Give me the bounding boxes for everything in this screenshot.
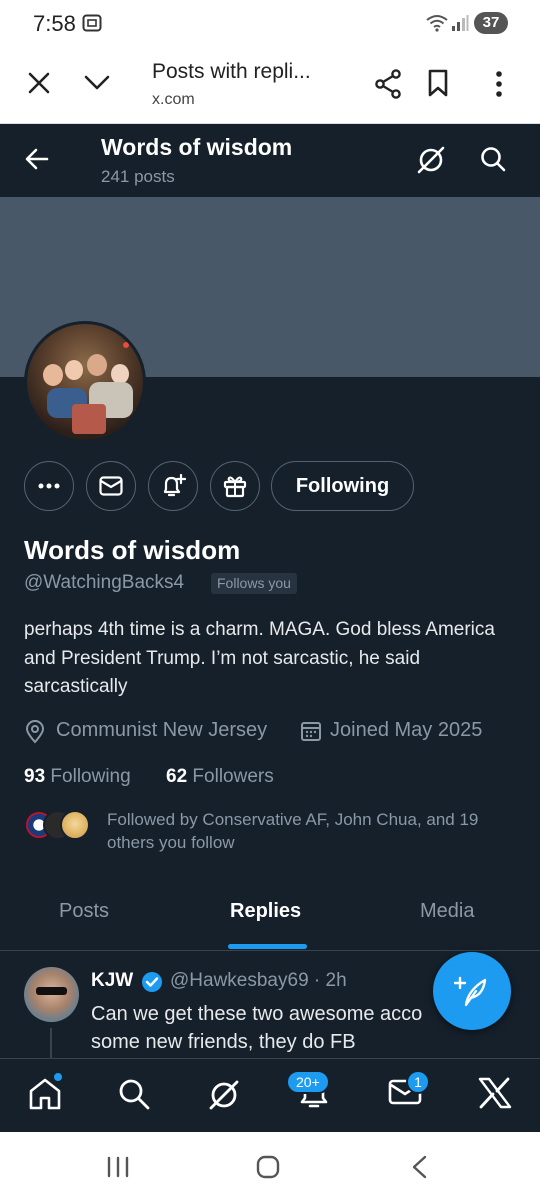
feather-plus-icon bbox=[454, 976, 487, 1007]
tweet-author-name[interactable]: KJW bbox=[91, 970, 133, 992]
signal-icon bbox=[452, 15, 469, 31]
x-logo-icon[interactable] bbox=[478, 1077, 512, 1109]
compose-post-button[interactable] bbox=[433, 952, 511, 1030]
tweet-handle-time: @Hawkesbay69 · 2h bbox=[170, 970, 347, 991]
search-nav-icon[interactable] bbox=[117, 1077, 151, 1111]
grok-icon[interactable] bbox=[416, 145, 446, 175]
status-bar: 7:58 37 bbox=[0, 0, 540, 44]
close-icon[interactable] bbox=[28, 72, 50, 94]
browser-url: x.com bbox=[152, 91, 195, 108]
share-icon[interactable] bbox=[374, 69, 402, 99]
joined-date: Joined May 2025 bbox=[330, 719, 483, 741]
verified-badge-icon bbox=[142, 972, 162, 992]
mail-icon bbox=[99, 476, 123, 496]
bottom-navigation: 20+ 1 bbox=[0, 1058, 540, 1132]
bell-plus-icon bbox=[163, 473, 186, 497]
profile-handle: @WatchingBacks4 bbox=[24, 572, 185, 593]
profile-bio: perhaps 4th time is a charm. MAGA. God b… bbox=[24, 619, 495, 697]
more-options-button[interactable] bbox=[24, 461, 74, 511]
tab-replies[interactable]: Replies bbox=[230, 900, 301, 923]
wifi-icon bbox=[426, 15, 448, 32]
grok-nav-icon[interactable] bbox=[206, 1077, 242, 1113]
screenshot-icon bbox=[82, 14, 102, 32]
system-navigation-bar bbox=[0, 1132, 540, 1200]
location-icon bbox=[25, 720, 45, 744]
followers-count: 62 bbox=[166, 766, 188, 787]
tab-posts[interactable]: Posts bbox=[59, 900, 109, 923]
followed-by-text[interactable]: Followed by Conservative AF, John Chua, … bbox=[107, 808, 527, 854]
following-label: Following bbox=[50, 766, 131, 787]
follower-avatar bbox=[60, 810, 90, 840]
status-time: 7:58 bbox=[33, 11, 76, 36]
home-unread-dot bbox=[52, 1071, 64, 1083]
notifications-badge: 20+ bbox=[286, 1070, 330, 1094]
page-title: Words of wisdom bbox=[101, 134, 293, 160]
display-name: Words of wisdom bbox=[24, 535, 241, 565]
browser-page-title: Posts with repli... bbox=[152, 60, 311, 83]
tweet-text-line: some new friends, they do FB bbox=[91, 1031, 356, 1053]
back-arrow-icon[interactable] bbox=[25, 148, 49, 170]
tab-media[interactable]: Media bbox=[420, 900, 474, 923]
messages-badge: 1 bbox=[406, 1070, 430, 1094]
recent-apps-icon[interactable] bbox=[106, 1156, 130, 1178]
system-back-icon[interactable] bbox=[410, 1155, 428, 1179]
post-count: 241 posts bbox=[101, 167, 175, 186]
browser-toolbar: Posts with repli... x.com bbox=[0, 44, 540, 124]
more-vertical-icon[interactable] bbox=[494, 70, 504, 98]
gift-button[interactable] bbox=[210, 461, 260, 511]
chevron-down-icon[interactable] bbox=[84, 75, 110, 91]
following-stat[interactable]: 93 Following bbox=[24, 766, 131, 788]
follows-you-badge: Follows you bbox=[211, 573, 297, 594]
thread-line bbox=[50, 1028, 52, 1058]
message-button[interactable] bbox=[86, 461, 136, 511]
gift-icon bbox=[223, 476, 247, 498]
search-icon[interactable] bbox=[480, 146, 506, 172]
profile-avatar[interactable] bbox=[24, 321, 146, 443]
battery-indicator: 37 bbox=[474, 12, 508, 34]
calendar-icon bbox=[301, 722, 321, 741]
more-horizontal-icon bbox=[38, 483, 60, 489]
home-button-icon[interactable] bbox=[256, 1155, 280, 1179]
profile-top-bar: Words of wisdom 241 posts bbox=[0, 124, 540, 197]
divider bbox=[0, 950, 540, 951]
tweet-avatar[interactable] bbox=[24, 967, 79, 1022]
following-count: 93 bbox=[24, 766, 46, 787]
active-tab-indicator bbox=[228, 944, 307, 949]
followers-label: Followers bbox=[192, 766, 274, 787]
followers-stat[interactable]: 62 Followers bbox=[166, 766, 274, 788]
notify-button[interactable] bbox=[148, 461, 198, 511]
bookmark-icon[interactable] bbox=[427, 69, 449, 97]
following-button[interactable]: Following bbox=[271, 461, 414, 511]
profile-location: Communist New Jersey bbox=[56, 719, 268, 741]
